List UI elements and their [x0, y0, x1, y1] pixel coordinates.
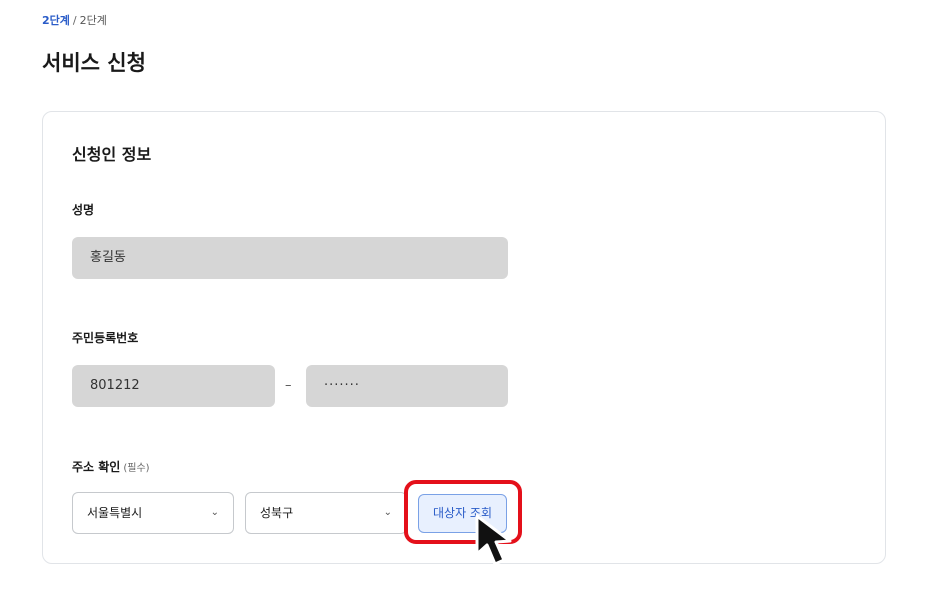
district-select-value: 성북구: [260, 506, 294, 520]
page-title: 서비스 신청: [42, 51, 146, 75]
city-select-value: 서울특별시: [87, 506, 143, 520]
breadcrumb-separator: /: [72, 14, 77, 27]
chevron-down-icon: ⌄: [383, 507, 392, 518]
breadcrumb-total-step: 2단계: [79, 14, 107, 27]
name-label: 성명: [72, 203, 95, 217]
breadcrumb: 2단계/2단계: [42, 14, 107, 28]
address-label: 주소 확인 (필수): [72, 459, 150, 477]
mouse-cursor-icon: [475, 514, 512, 566]
chevron-down-icon: ⌄: [210, 507, 219, 518]
address-label-text: 주소 확인: [72, 460, 121, 474]
required-marker: (필수): [123, 463, 150, 474]
city-select[interactable]: 서울특별시 ⌄: [72, 492, 234, 534]
rrn-back-field[interactable]: ·······: [306, 365, 508, 407]
rrn-label: 주민등록번호: [72, 331, 139, 345]
section-title: 신청인 정보: [72, 145, 152, 164]
rrn-front-field[interactable]: 801212: [72, 365, 275, 407]
name-field[interactable]: 홍길동: [72, 237, 508, 279]
district-select[interactable]: 성북구 ⌄: [245, 492, 407, 534]
breadcrumb-current-step: 2단계: [42, 14, 70, 27]
rrn-separator: –: [285, 378, 292, 393]
